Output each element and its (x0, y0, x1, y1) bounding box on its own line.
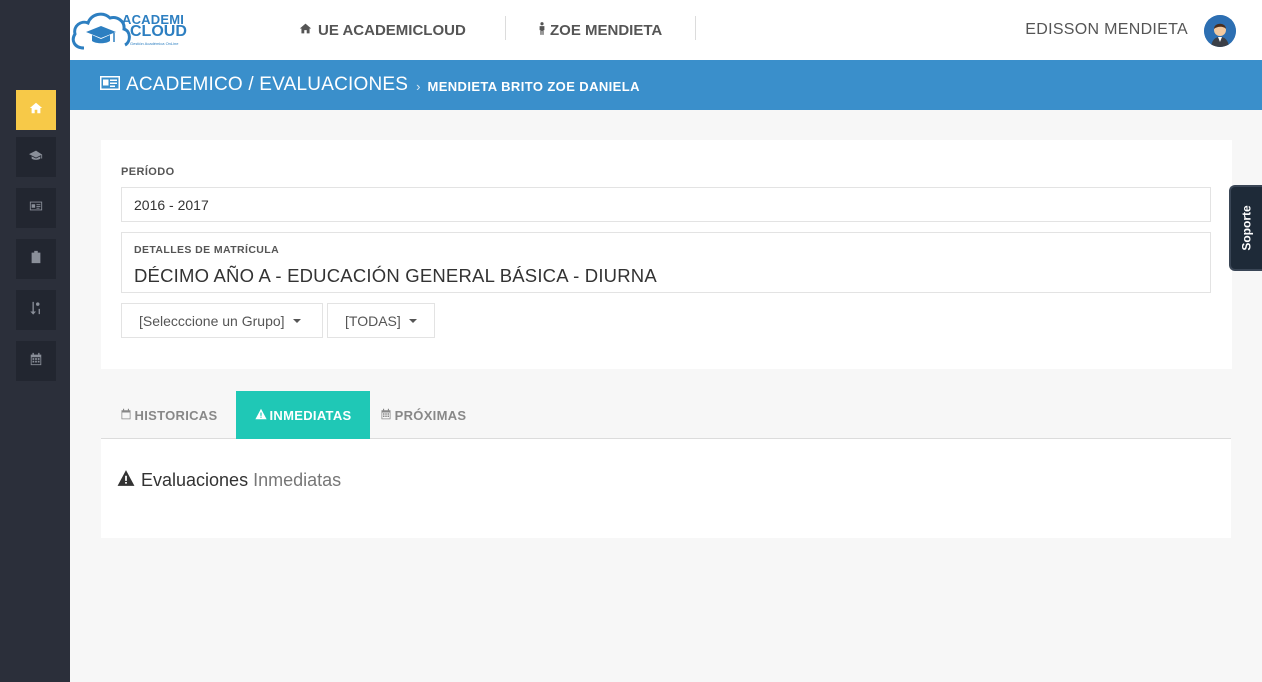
top-header: ACADEMI CLOUD Gestión Académica OnLine U… (70, 0, 1262, 60)
tab-historicas[interactable]: HISTORICAS (101, 391, 236, 439)
calendar-o-icon (120, 408, 135, 423)
nav-divider (695, 16, 696, 40)
id-card-icon (29, 199, 43, 218)
sort-numeric-icon (29, 301, 43, 320)
breadcrumb-separator: › (416, 78, 421, 94)
breadcrumb-student: MENDIETA BRITO ZOE DANIELA (427, 79, 640, 94)
breadcrumb: ACADEMICO / EVALUACIONES › MENDIETA BRIT… (70, 60, 1262, 110)
nav-institution-label: UE ACADEMICLOUD (318, 21, 466, 39)
breadcrumb-section[interactable]: ACADEMICO / EVALUACIONES (126, 74, 408, 96)
period-label: PERÍODO (121, 166, 175, 178)
nav-student[interactable]: ZOE MENDIETA (538, 0, 662, 60)
tab-historicas-label: HISTORICAS (134, 407, 218, 423)
tab-inmediatas-label: INMEDIATAS (269, 407, 352, 423)
group-dropdown-label: [Selecccione un Grupo] (139, 312, 285, 329)
calendar-icon (380, 408, 395, 423)
logo-tagline: Gestión Académica OnLine (130, 41, 179, 46)
group-dropdown[interactable]: [Selecccione un Grupo] (121, 303, 323, 338)
sidebar-item-grades[interactable] (16, 290, 56, 330)
logo-text-cloud: CLOUD (130, 23, 187, 40)
enrollment-details: DETALLES DE MATRÍCULA DÉCIMO AÑO A - EDU… (121, 232, 1211, 293)
evaluation-tabs: HISTORICAS INMEDIATAS PRÓXIMAS (101, 391, 1231, 439)
sidebar (0, 0, 70, 682)
avatar[interactable] (1204, 15, 1236, 47)
calendar-icon (29, 352, 43, 371)
tab-content: Evaluaciones Inmediatas (101, 439, 1231, 538)
male-icon (538, 21, 550, 39)
filter-dropdown[interactable]: [TODAS] (327, 303, 435, 338)
tab-proximas[interactable]: PRÓXIMAS (370, 391, 476, 439)
section-title-light: Inmediatas (253, 470, 342, 490)
nav-institution[interactable]: UE ACADEMICLOUD (299, 0, 466, 60)
filter-dropdown-label: [TODAS] (345, 312, 401, 329)
section-title: Evaluaciones Inmediatas (116, 469, 341, 492)
caret-down-icon (408, 318, 417, 323)
sidebar-item-records[interactable] (16, 188, 56, 228)
section-title-strong: Evaluaciones (141, 470, 249, 490)
home-icon (29, 101, 43, 120)
support-label: Soporte (1239, 205, 1254, 251)
user-name[interactable]: EDISSON MENDIETA (1025, 0, 1188, 60)
support-button[interactable]: Soporte (1229, 185, 1262, 271)
sidebar-item-home[interactable] (16, 90, 56, 130)
nav-student-label: ZOE MENDIETA (550, 21, 663, 39)
tab-inmediatas[interactable]: INMEDIATAS (236, 391, 370, 439)
warning-icon (116, 469, 141, 492)
sidebar-item-tasks[interactable] (16, 239, 56, 279)
tab-proximas-label: PRÓXIMAS (394, 407, 467, 423)
sidebar-item-academic[interactable] (16, 137, 56, 177)
caret-down-icon (292, 318, 301, 323)
id-card-icon (100, 75, 126, 96)
sidebar-item-calendar[interactable] (16, 341, 56, 381)
clipboard-icon (29, 250, 43, 269)
period-select[interactable]: 2016 - 2017 (121, 187, 1211, 222)
filter-panel: PERÍODO 2016 - 2017 DETALLES DE MATRÍCUL… (101, 140, 1232, 369)
brand-logo[interactable]: ACADEMI CLOUD Gestión Académica OnLine (70, 6, 195, 54)
sidebar-brand-strip (0, 0, 70, 60)
home-icon (299, 22, 318, 39)
enrollment-value: DÉCIMO AÑO A - EDUCACIÓN GENERAL BÁSICA … (134, 265, 657, 286)
nav-divider (505, 16, 506, 40)
user-avatar-icon (1204, 15, 1236, 47)
warning-icon (254, 408, 270, 423)
enrollment-label: DETALLES DE MATRÍCULA (134, 244, 280, 256)
graduation-cap-icon (28, 148, 44, 167)
